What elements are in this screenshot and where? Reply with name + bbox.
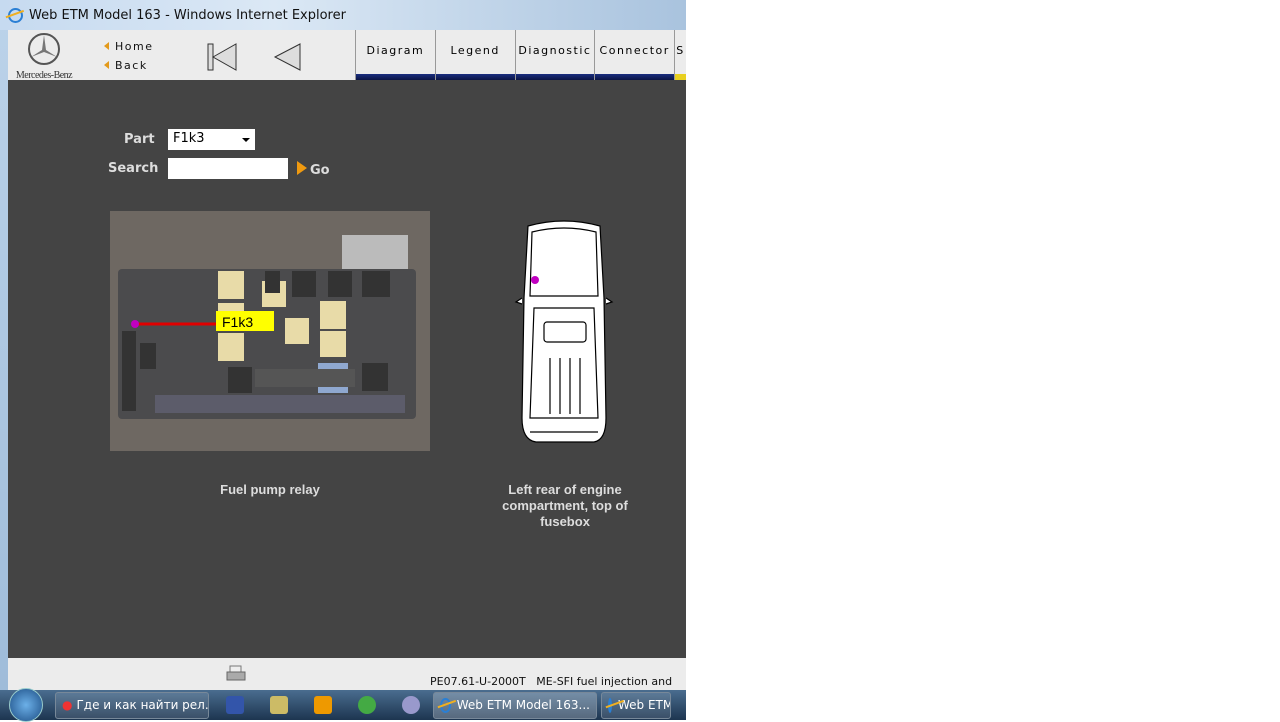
app-icon[interactable] bbox=[402, 696, 420, 714]
previous-page-icon[interactable] bbox=[273, 42, 303, 72]
brand-name: Mercedes-Benz bbox=[15, 70, 73, 81]
vehicle-location-diagram bbox=[514, 220, 614, 443]
browser-window: Web ETM Model 163 - Windows Internet Exp… bbox=[0, 0, 687, 690]
taskbar-item-ie[interactable]: Web ETM bbox=[601, 691, 671, 719]
taskbar-label: Web ETM bbox=[618, 698, 671, 712]
mercedes-logo: Mercedes-Benz bbox=[11, 32, 77, 81]
ie-icon bbox=[8, 7, 23, 23]
tab-diagram[interactable]: Diagram bbox=[355, 30, 435, 80]
mercedes-star-icon bbox=[28, 33, 60, 65]
window-title: Web ETM Model 163 - Windows Internet Exp… bbox=[29, 7, 346, 23]
fusebox-callout: F1k3 bbox=[222, 314, 253, 330]
tab-legend[interactable]: Legend bbox=[434, 30, 515, 80]
first-page-icon[interactable] bbox=[206, 42, 238, 72]
taskbar-label: Где и как найти рел... bbox=[76, 698, 209, 712]
title-bar: Web ETM Model 163 - Windows Internet Exp… bbox=[0, 0, 686, 30]
tab-diagnostic[interactable]: Diagnostic bbox=[514, 30, 595, 80]
tab-bar: Diagram Legend Diagnostic Connector S bbox=[355, 30, 687, 80]
part-select[interactable]: F1k3 bbox=[168, 129, 255, 150]
media-player-icon[interactable] bbox=[314, 696, 332, 714]
location-marker bbox=[531, 276, 539, 284]
description-text: ME-SFI fuel injection and bbox=[536, 675, 673, 688]
part-caption: Fuel pump relay bbox=[220, 482, 320, 497]
search-input[interactable] bbox=[168, 158, 288, 179]
fusebox-photo: F1k3 bbox=[110, 211, 430, 451]
home-link[interactable]: Home bbox=[104, 40, 153, 53]
document-code: PE07.61-U-2000T ME-SFI fuel injection an… bbox=[430, 675, 672, 688]
chrome-icon[interactable] bbox=[358, 696, 376, 714]
back-link[interactable]: Back bbox=[104, 59, 148, 72]
save-icon[interactable] bbox=[226, 696, 244, 714]
folder-icon[interactable] bbox=[270, 696, 288, 714]
opera-icon: ● bbox=[62, 698, 73, 712]
part-label: Part bbox=[124, 132, 155, 147]
ie-icon bbox=[440, 697, 451, 713]
ie-icon bbox=[608, 697, 612, 713]
search-label: Search bbox=[108, 161, 159, 176]
tab-connector[interactable]: Connector bbox=[594, 30, 674, 80]
taskbar-item-opera[interactable]: ● Где и как найти рел... bbox=[55, 691, 209, 719]
code-text: PE07.61-U-2000T bbox=[430, 675, 526, 688]
taskbar-label: Web ETM Model 163... bbox=[456, 698, 590, 712]
taskbar: ● Где и как найти рел... Web ETM Model 16… bbox=[0, 688, 686, 722]
location-caption: Left rear of engine compartment, top of … bbox=[502, 482, 628, 529]
footer: PE07.61-U-2000T ME-SFI fuel injection an… bbox=[8, 658, 686, 690]
go-button[interactable]: Go bbox=[297, 161, 330, 178]
header: Mercedes-Benz Home Back Diagram Legend D… bbox=[8, 30, 687, 81]
fusebox-image: F1k3 bbox=[110, 211, 430, 451]
page: Mercedes-Benz Home Back Diagram Legend D… bbox=[8, 30, 687, 690]
printer-icon[interactable] bbox=[226, 665, 246, 683]
start-button[interactable] bbox=[9, 688, 43, 722]
taskbar-item-ie-active[interactable]: Web ETM Model 163... bbox=[433, 691, 597, 719]
tab-more[interactable]: S bbox=[674, 30, 687, 80]
